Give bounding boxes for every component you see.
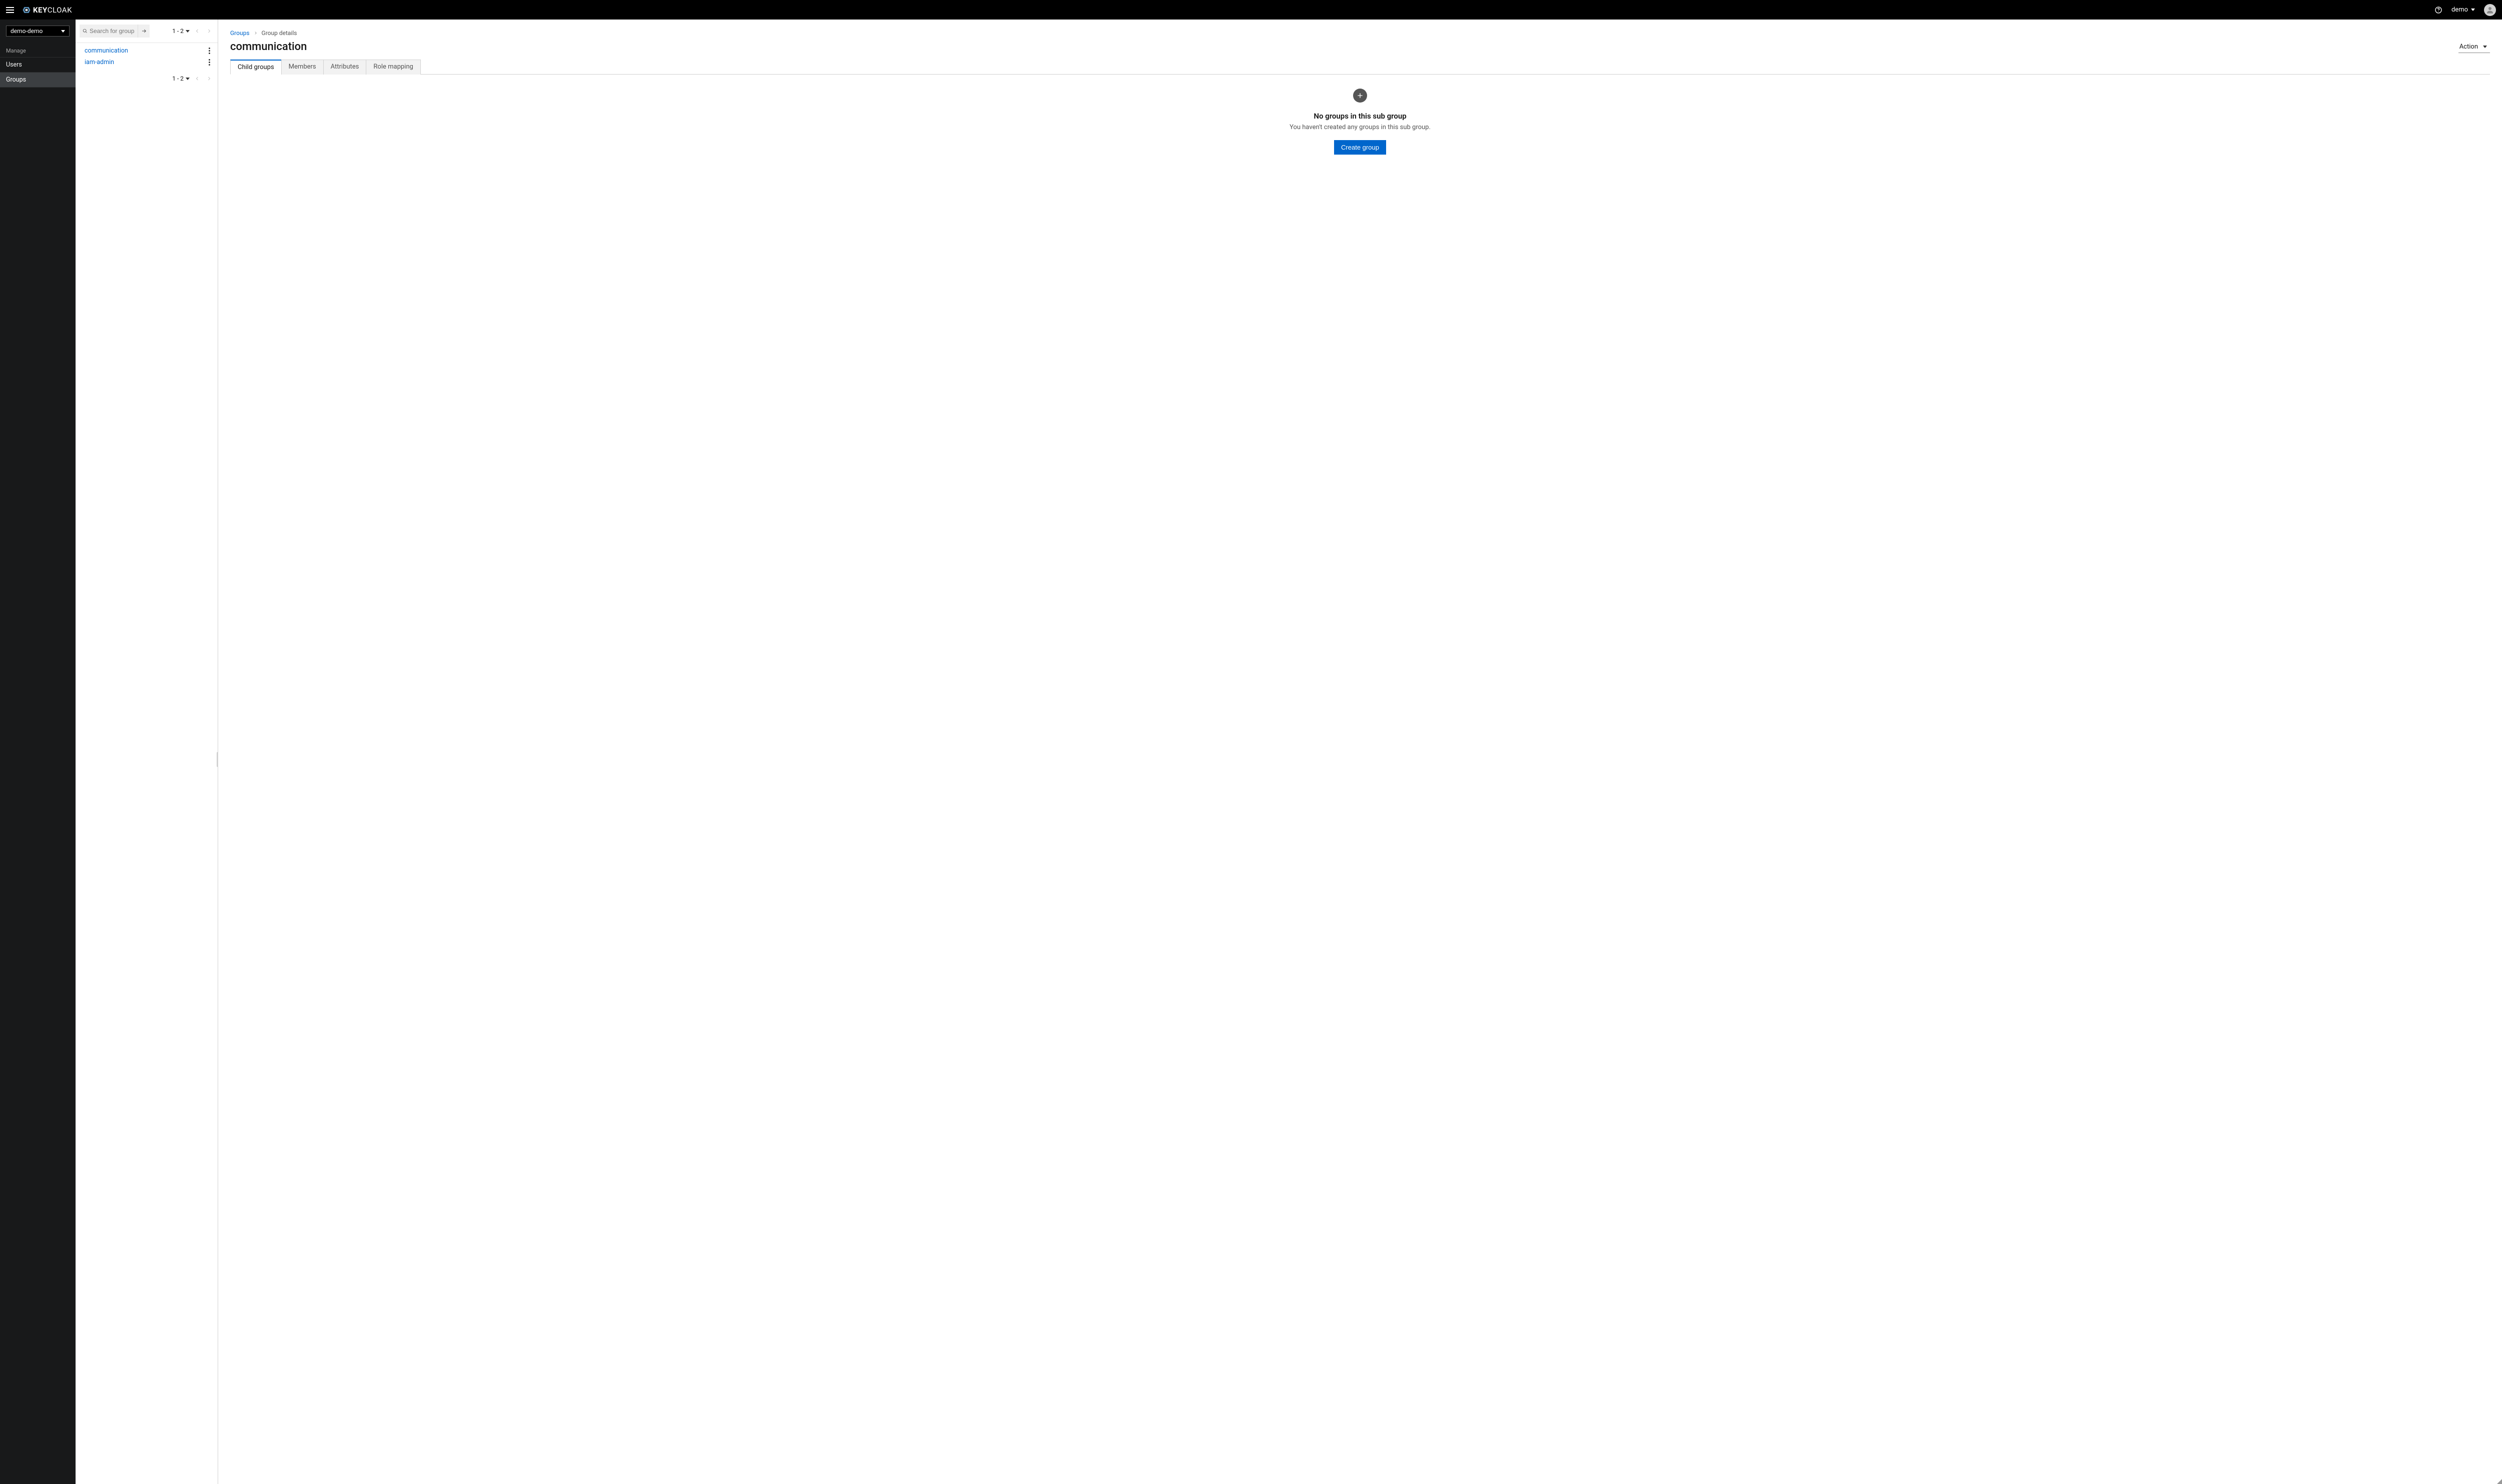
pager-prev-button[interactable] xyxy=(193,74,202,83)
tab-role-mapping[interactable]: Role mapping xyxy=(366,60,420,75)
chevron-left-icon xyxy=(195,76,200,81)
chevron-down-icon xyxy=(186,30,190,33)
header-right: demo xyxy=(2434,4,2496,16)
avatar[interactable] xyxy=(2484,4,2496,16)
pager-range-dropdown[interactable]: 1 - 2 xyxy=(172,28,190,35)
arrow-right-icon xyxy=(141,28,147,34)
group-list-item: iam-admin xyxy=(76,57,218,68)
main-content: Groups Group details communication Actio… xyxy=(218,20,2502,1484)
app-logo[interactable]: KEYCLOAK xyxy=(22,6,72,15)
page-title: communication xyxy=(230,41,307,53)
realm-name: demo-demo xyxy=(11,28,43,35)
pager-prev-button[interactable] xyxy=(193,27,202,36)
header-left: KEYCLOAK xyxy=(6,5,72,15)
chevron-down-icon xyxy=(2471,9,2475,11)
breadcrumb-current: Group details xyxy=(262,30,297,37)
group-link-iam-admin[interactable]: iam-admin xyxy=(85,59,114,66)
breadcrumb-separator xyxy=(254,30,258,37)
sidebar: demo-demo Manage Users Groups xyxy=(0,20,76,1484)
chevron-right-icon xyxy=(254,31,258,35)
plus-circle-icon xyxy=(1353,89,1367,103)
chevron-down-icon xyxy=(2483,46,2487,48)
empty-state-title: No groups in this sub group xyxy=(1314,112,1406,121)
realm-selector[interactable]: demo-demo xyxy=(6,26,70,37)
hamburger-menu-button[interactable] xyxy=(6,5,16,15)
sidebar-item-users[interactable]: Users xyxy=(0,58,76,73)
create-group-button[interactable]: Create group xyxy=(1334,140,1386,155)
keycloak-logo-icon xyxy=(22,6,31,15)
tab-attributes[interactable]: Attributes xyxy=(323,60,367,75)
pager-top: 1 - 2 xyxy=(172,27,214,36)
pager-bottom: 1 - 2 xyxy=(172,74,214,83)
pager-range-text: 1 - 2 xyxy=(172,28,184,35)
group-link-communication[interactable]: communication xyxy=(85,47,128,55)
groups-bottom-pager: 1 - 2 xyxy=(76,70,218,87)
search-input[interactable] xyxy=(90,28,135,35)
pager-range-dropdown[interactable]: 1 - 2 xyxy=(172,75,190,82)
empty-state-subtitle: You haven't created any groups in this s… xyxy=(1290,124,1431,131)
chevron-right-icon xyxy=(207,29,212,34)
breadcrumb-link-groups[interactable]: Groups xyxy=(230,30,250,37)
search-wrap xyxy=(80,25,150,38)
search-input-wrap xyxy=(80,25,138,38)
chevron-down-icon xyxy=(186,78,190,80)
user-name: demo xyxy=(2451,6,2468,14)
group-kebab-menu[interactable] xyxy=(206,48,213,55)
tabs: Child groups Members Attributes Role map… xyxy=(230,59,2490,75)
page-header: communication Action xyxy=(230,41,2490,53)
window-resize-corner[interactable] xyxy=(2497,1479,2502,1484)
pager-next-button[interactable] xyxy=(205,74,214,83)
search-icon xyxy=(83,28,88,34)
groups-toolbar: 1 - 2 xyxy=(76,20,218,43)
empty-state: No groups in this sub group You haven't … xyxy=(230,75,2490,169)
user-menu[interactable]: demo xyxy=(2451,6,2475,14)
tab-members[interactable]: Members xyxy=(281,60,324,75)
sidebar-item-groups[interactable]: Groups xyxy=(0,73,76,88)
chevron-left-icon xyxy=(195,29,200,34)
pager-range-text: 1 - 2 xyxy=(172,75,184,82)
group-list: communication iam-admin xyxy=(76,43,218,70)
groups-panel: 1 - 2 communication iam-admin xyxy=(76,20,218,1484)
app-header: KEYCLOAK demo xyxy=(0,0,2502,20)
pager-next-button[interactable] xyxy=(205,27,214,36)
group-list-item: communication xyxy=(76,45,218,57)
nav-section-label: Manage xyxy=(0,43,76,58)
group-kebab-menu[interactable] xyxy=(206,59,213,66)
help-icon[interactable] xyxy=(2434,6,2442,14)
avatar-placeholder-icon xyxy=(2485,6,2494,15)
chevron-down-icon xyxy=(61,30,65,33)
breadcrumb: Groups Group details xyxy=(230,30,2490,37)
action-label: Action xyxy=(2459,43,2478,51)
action-dropdown[interactable]: Action xyxy=(2458,41,2490,53)
tab-child-groups[interactable]: Child groups xyxy=(230,60,282,75)
chevron-right-icon xyxy=(207,76,212,81)
logo-text: KEYCLOAK xyxy=(33,6,72,15)
search-submit-button[interactable] xyxy=(138,25,150,38)
